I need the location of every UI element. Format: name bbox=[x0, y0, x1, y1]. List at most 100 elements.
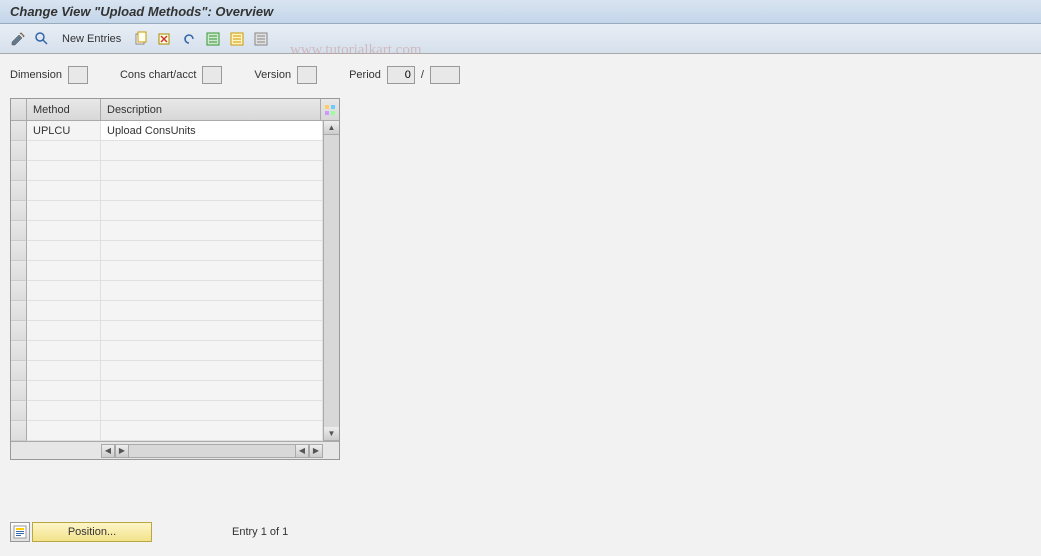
table-row[interactable] bbox=[27, 361, 323, 381]
scroll-right-icon[interactable]: ▶ bbox=[309, 444, 323, 458]
position-button[interactable]: Position... bbox=[32, 522, 152, 542]
cell-description[interactable] bbox=[101, 241, 323, 260]
column-header-method[interactable]: Method bbox=[27, 99, 101, 120]
table-configure-icon[interactable] bbox=[321, 99, 339, 120]
delete-icon[interactable] bbox=[155, 29, 175, 49]
table-row[interactable] bbox=[27, 281, 323, 301]
cons-chart-acct-input[interactable] bbox=[202, 66, 222, 84]
table-row[interactable] bbox=[27, 141, 323, 161]
cell-method[interactable] bbox=[27, 261, 101, 280]
period-label: Period bbox=[349, 69, 381, 81]
scroll-track[interactable] bbox=[324, 135, 339, 427]
scroll-right-step-icon[interactable]: ◀ bbox=[295, 444, 309, 458]
cell-method[interactable] bbox=[27, 361, 101, 380]
row-selector[interactable] bbox=[11, 161, 27, 181]
expand-collapse-icon[interactable] bbox=[32, 29, 52, 49]
toolbar: New Entries bbox=[0, 24, 1041, 54]
cell-description[interactable] bbox=[101, 161, 323, 180]
period-year-input[interactable] bbox=[430, 66, 460, 84]
cell-method[interactable] bbox=[27, 281, 101, 300]
version-input[interactable] bbox=[297, 66, 317, 84]
cell-description[interactable] bbox=[101, 281, 323, 300]
row-selector[interactable] bbox=[11, 281, 27, 301]
row-selector[interactable] bbox=[11, 141, 27, 161]
cell-description[interactable] bbox=[101, 181, 323, 200]
cell-description[interactable] bbox=[101, 361, 323, 380]
cell-method[interactable] bbox=[27, 161, 101, 180]
new-entries-button[interactable]: New Entries bbox=[56, 31, 127, 47]
row-selector[interactable] bbox=[11, 181, 27, 201]
deselect-all-icon[interactable] bbox=[251, 29, 271, 49]
cell-description[interactable] bbox=[101, 201, 323, 220]
cell-method[interactable] bbox=[27, 401, 101, 420]
cell-description[interactable]: Upload ConsUnits bbox=[101, 121, 323, 140]
horizontal-scrollbar[interactable]: ◀ ▶ ◀ ▶ bbox=[11, 441, 339, 459]
cell-method[interactable]: UPLCU bbox=[27, 121, 101, 140]
row-selector[interactable] bbox=[11, 341, 27, 361]
toggle-display-change-icon[interactable] bbox=[8, 29, 28, 49]
table-row[interactable] bbox=[27, 261, 323, 281]
row-selector[interactable] bbox=[11, 381, 27, 401]
cell-method[interactable] bbox=[27, 141, 101, 160]
hscroll-track[interactable] bbox=[129, 444, 295, 458]
period-input[interactable] bbox=[387, 66, 415, 84]
table-row[interactable] bbox=[27, 161, 323, 181]
row-selector[interactable] bbox=[11, 321, 27, 341]
cell-description[interactable] bbox=[101, 341, 323, 360]
cell-method[interactable] bbox=[27, 341, 101, 360]
cell-method[interactable] bbox=[27, 421, 101, 440]
row-selector[interactable] bbox=[11, 121, 27, 141]
column-header-description[interactable]: Description bbox=[101, 99, 321, 120]
cell-description[interactable] bbox=[101, 321, 323, 340]
position-icon[interactable] bbox=[10, 522, 30, 542]
row-selector[interactable] bbox=[11, 401, 27, 421]
table-row[interactable] bbox=[27, 241, 323, 261]
table-row[interactable] bbox=[27, 401, 323, 421]
table-row[interactable] bbox=[27, 341, 323, 361]
cell-description[interactable] bbox=[101, 401, 323, 420]
entry-count-text: Entry 1 of 1 bbox=[232, 526, 288, 538]
table-row[interactable] bbox=[27, 421, 323, 441]
cell-description[interactable] bbox=[101, 141, 323, 160]
vertical-scrollbar[interactable]: ▲ ▼ bbox=[323, 121, 339, 441]
cell-method[interactable] bbox=[27, 201, 101, 220]
undo-change-icon[interactable] bbox=[179, 29, 199, 49]
table-row[interactable]: UPLCUUpload ConsUnits bbox=[27, 121, 323, 141]
table-header: Method Description bbox=[11, 99, 339, 121]
copy-as-icon[interactable] bbox=[131, 29, 151, 49]
table-row[interactable] bbox=[27, 321, 323, 341]
cell-method[interactable] bbox=[27, 321, 101, 340]
table-row[interactable] bbox=[27, 221, 323, 241]
row-selector[interactable] bbox=[11, 301, 27, 321]
select-all-icon[interactable] bbox=[203, 29, 223, 49]
cell-description[interactable] bbox=[101, 381, 323, 400]
cell-method[interactable] bbox=[27, 181, 101, 200]
select-column-header[interactable] bbox=[11, 99, 27, 120]
cell-description[interactable] bbox=[101, 261, 323, 280]
scroll-down-icon[interactable]: ▼ bbox=[324, 427, 339, 441]
scroll-left-icon[interactable]: ◀ bbox=[101, 444, 115, 458]
row-selector[interactable] bbox=[11, 221, 27, 241]
dimension-input[interactable] bbox=[68, 66, 88, 84]
row-selector[interactable] bbox=[11, 421, 27, 441]
row-selector[interactable] bbox=[11, 361, 27, 381]
scroll-left-step-icon[interactable]: ▶ bbox=[115, 444, 129, 458]
select-block-icon[interactable] bbox=[227, 29, 247, 49]
cons-chart-acct-label: Cons chart/acct bbox=[120, 69, 196, 81]
table-row[interactable] bbox=[27, 181, 323, 201]
cell-description[interactable] bbox=[101, 421, 323, 440]
row-selector[interactable] bbox=[11, 241, 27, 261]
cell-method[interactable] bbox=[27, 221, 101, 240]
scroll-up-icon[interactable]: ▲ bbox=[324, 121, 339, 135]
row-selector[interactable] bbox=[11, 201, 27, 221]
table-row[interactable] bbox=[27, 301, 323, 321]
cell-description[interactable] bbox=[101, 301, 323, 320]
cell-description[interactable] bbox=[101, 221, 323, 240]
table-row[interactable] bbox=[27, 201, 323, 221]
cell-method[interactable] bbox=[27, 301, 101, 320]
cell-method[interactable] bbox=[27, 241, 101, 260]
title-bar: Change View "Upload Methods": Overview bbox=[0, 0, 1041, 24]
row-selector[interactable] bbox=[11, 261, 27, 281]
cell-method[interactable] bbox=[27, 381, 101, 400]
table-row[interactable] bbox=[27, 381, 323, 401]
